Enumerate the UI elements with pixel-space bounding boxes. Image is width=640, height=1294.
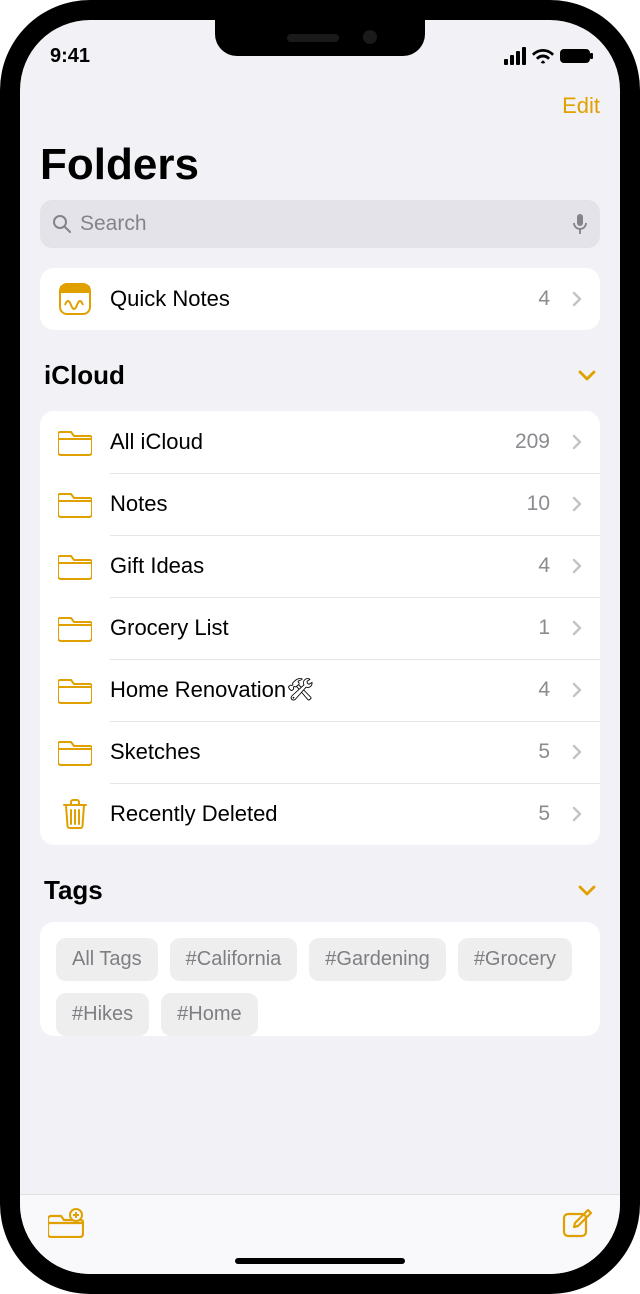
page-title: Folders bbox=[40, 140, 600, 190]
tag-chip[interactable]: #Hikes bbox=[56, 993, 149, 1036]
folder-row[interactable]: Notes 10 bbox=[40, 473, 600, 535]
folder-count: 5 bbox=[538, 740, 550, 764]
status-indicators bbox=[504, 47, 590, 65]
folder-count: 10 bbox=[527, 492, 550, 516]
folder-label: All iCloud bbox=[110, 429, 497, 455]
chevron-right-icon bbox=[572, 291, 582, 307]
folder-count: 4 bbox=[538, 554, 550, 578]
search-field[interactable] bbox=[40, 200, 600, 248]
folder-icon bbox=[58, 611, 92, 645]
chevron-down-icon[interactable] bbox=[578, 885, 596, 897]
folder-count: 209 bbox=[515, 430, 550, 454]
folder-icon bbox=[58, 673, 92, 707]
wifi-icon bbox=[532, 48, 554, 64]
icloud-section-title: iCloud bbox=[44, 360, 125, 391]
search-input[interactable] bbox=[80, 212, 564, 236]
quick-notes-row[interactable]: Quick Notes 4 bbox=[40, 268, 600, 330]
quick-notes-count: 4 bbox=[538, 287, 550, 311]
folder-label: Gift Ideas bbox=[110, 553, 520, 579]
battery-icon bbox=[560, 49, 590, 63]
search-icon bbox=[52, 214, 72, 234]
folder-label: Home Renovation🛠 bbox=[110, 677, 520, 703]
folder-row[interactable]: Home Renovation🛠 4 bbox=[40, 659, 600, 721]
folder-count: 4 bbox=[538, 678, 550, 702]
folder-label: Notes bbox=[110, 491, 509, 517]
quick-notes-icon bbox=[58, 282, 92, 316]
folder-label: Recently Deleted bbox=[110, 801, 520, 827]
tag-chip[interactable]: #California bbox=[170, 938, 298, 981]
chevron-right-icon bbox=[572, 682, 582, 698]
folder-label: Sketches bbox=[110, 739, 520, 765]
folder-row[interactable]: Gift Ideas 4 bbox=[40, 535, 600, 597]
home-indicator[interactable] bbox=[235, 1258, 405, 1264]
compose-button[interactable] bbox=[562, 1208, 592, 1243]
folder-icon bbox=[58, 549, 92, 583]
quick-notes-label: Quick Notes bbox=[110, 286, 520, 312]
tag-chip[interactable]: #Home bbox=[161, 993, 257, 1036]
tags-section-title: Tags bbox=[44, 875, 103, 906]
folder-count: 5 bbox=[538, 802, 550, 826]
tag-chip[interactable]: All Tags bbox=[56, 938, 158, 981]
folder-row[interactable]: All iCloud 209 bbox=[40, 411, 600, 473]
chevron-right-icon bbox=[572, 434, 582, 450]
tag-chip[interactable]: #Gardening bbox=[309, 938, 446, 981]
chevron-right-icon bbox=[572, 620, 582, 636]
folder-row[interactable]: Recently Deleted 5 bbox=[40, 783, 600, 845]
mic-icon[interactable] bbox=[572, 213, 588, 235]
edit-button[interactable]: Edit bbox=[562, 93, 600, 119]
folder-icon bbox=[58, 487, 92, 521]
folder-row[interactable]: Sketches 5 bbox=[40, 721, 600, 783]
chevron-right-icon bbox=[572, 558, 582, 574]
chevron-right-icon bbox=[572, 806, 582, 822]
chevron-right-icon bbox=[572, 496, 582, 512]
folder-row[interactable]: Grocery List 1 bbox=[40, 597, 600, 659]
tag-chip[interactable]: #Grocery bbox=[458, 938, 572, 981]
folder-label: Grocery List bbox=[110, 615, 520, 641]
status-time: 9:41 bbox=[50, 45, 90, 68]
folder-icon bbox=[58, 425, 92, 459]
new-folder-button[interactable] bbox=[48, 1208, 84, 1243]
folder-count: 1 bbox=[538, 616, 550, 640]
trash-icon bbox=[58, 797, 92, 831]
chevron-right-icon bbox=[572, 744, 582, 760]
folder-icon bbox=[58, 735, 92, 769]
chevron-down-icon[interactable] bbox=[578, 370, 596, 382]
cellular-icon bbox=[504, 47, 526, 65]
